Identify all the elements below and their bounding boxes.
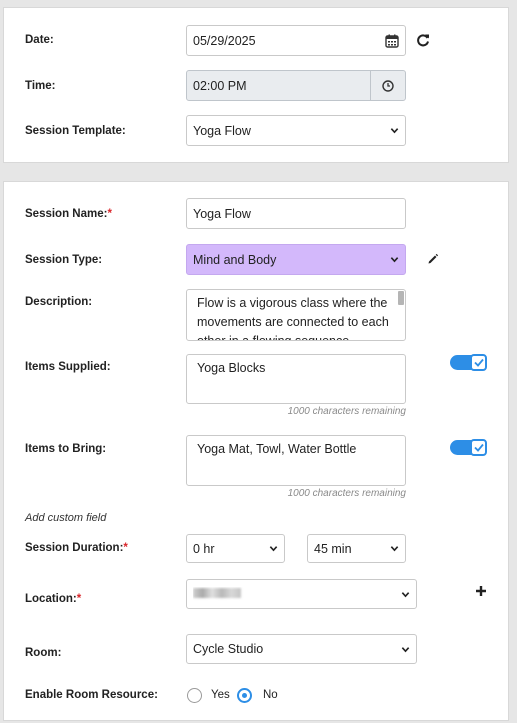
date-value: 05/29/2025 [193, 33, 256, 48]
time-picker-button[interactable] [370, 70, 406, 101]
enable-room-resource-label: Enable Room Resource: [25, 689, 158, 701]
chevron-down-icon [269, 546, 278, 552]
time-value: 02:00 PM [193, 78, 247, 93]
duration-minutes-value: 45 min [314, 541, 352, 556]
session-template-label: Session Template: [25, 125, 126, 137]
location-value-redacted [193, 587, 395, 601]
duration-hours-select[interactable]: 0 hr [186, 534, 285, 563]
session-duration-label: Session Duration:* [25, 542, 128, 554]
items-to-bring-textarea[interactable]: Yoga Mat, Towl, Water Bottle [186, 435, 406, 486]
date-label: Date: [25, 34, 54, 46]
session-template-value: Yoga Flow [193, 123, 251, 138]
chevron-down-icon [401, 646, 410, 652]
time-input[interactable]: 02:00 PM [186, 70, 371, 101]
room-value: Cycle Studio [193, 642, 264, 656]
session-type-value: Mind and Body [193, 252, 277, 267]
items-to-bring-remaining: 1000 characters remaining [287, 488, 406, 499]
description-value: Flow is a vigorous class where the movem… [197, 296, 389, 341]
add-location-icon[interactable] [474, 584, 488, 598]
date-input[interactable]: 05/29/2025 [186, 25, 406, 56]
items-supplied-label: Items Supplied: [25, 361, 111, 373]
room-resource-no-radio[interactable] [237, 688, 252, 703]
room-select[interactable]: Cycle Studio [186, 634, 417, 664]
room-resource-yes-radio[interactable] [187, 688, 202, 703]
description-label: Description: [25, 296, 93, 308]
room-resource-no-label: No [263, 689, 278, 701]
items-supplied-remaining: 1000 characters remaining [287, 406, 406, 417]
description-textarea[interactable]: Flow is a vigorous class where the movem… [186, 289, 406, 341]
chevron-down-icon [390, 257, 399, 263]
items-supplied-value: Yoga Blocks [197, 361, 266, 375]
session-type-label: Session Type: [25, 254, 103, 266]
room-resource-yes-label: Yes [211, 689, 230, 701]
items-to-bring-toggle[interactable] [450, 439, 487, 456]
add-custom-field-link[interactable]: Add custom field [25, 512, 106, 524]
items-supplied-toggle[interactable] [450, 354, 487, 371]
calendar-icon[interactable] [385, 34, 399, 48]
room-label: Room: [25, 647, 62, 659]
session-type-select[interactable]: Mind and Body [186, 244, 406, 275]
location-select[interactable] [186, 579, 417, 609]
check-icon [470, 439, 487, 456]
time-label: Time: [25, 80, 56, 92]
check-icon [470, 354, 487, 371]
chevron-down-icon [390, 128, 399, 134]
session-schedule-panel: Date: 05/29/2025 Time: 02:00 PM Session … [3, 7, 509, 163]
edit-pencil-icon[interactable] [426, 252, 440, 266]
items-to-bring-label: Items to Bring: [25, 443, 107, 455]
session-name-label: Session Name:* [25, 208, 112, 220]
chevron-down-icon [390, 546, 399, 552]
duration-minutes-select[interactable]: 45 min [307, 534, 406, 563]
refresh-icon[interactable] [415, 32, 431, 48]
duration-hours-value: 0 hr [193, 541, 215, 556]
session-name-value: Yoga Flow [193, 206, 251, 221]
session-details-panel: Session Name:* Yoga Flow Session Type: M… [3, 181, 509, 721]
session-template-select[interactable]: Yoga Flow [186, 115, 406, 146]
clock-icon [382, 79, 394, 92]
chevron-down-icon [401, 591, 410, 597]
location-label: Location:* [25, 593, 82, 605]
description-scrollbar[interactable] [398, 291, 404, 305]
session-name-input[interactable]: Yoga Flow [186, 198, 406, 229]
items-to-bring-value: Yoga Mat, Towl, Water Bottle [197, 442, 357, 456]
items-supplied-textarea[interactable]: Yoga Blocks [186, 354, 406, 404]
